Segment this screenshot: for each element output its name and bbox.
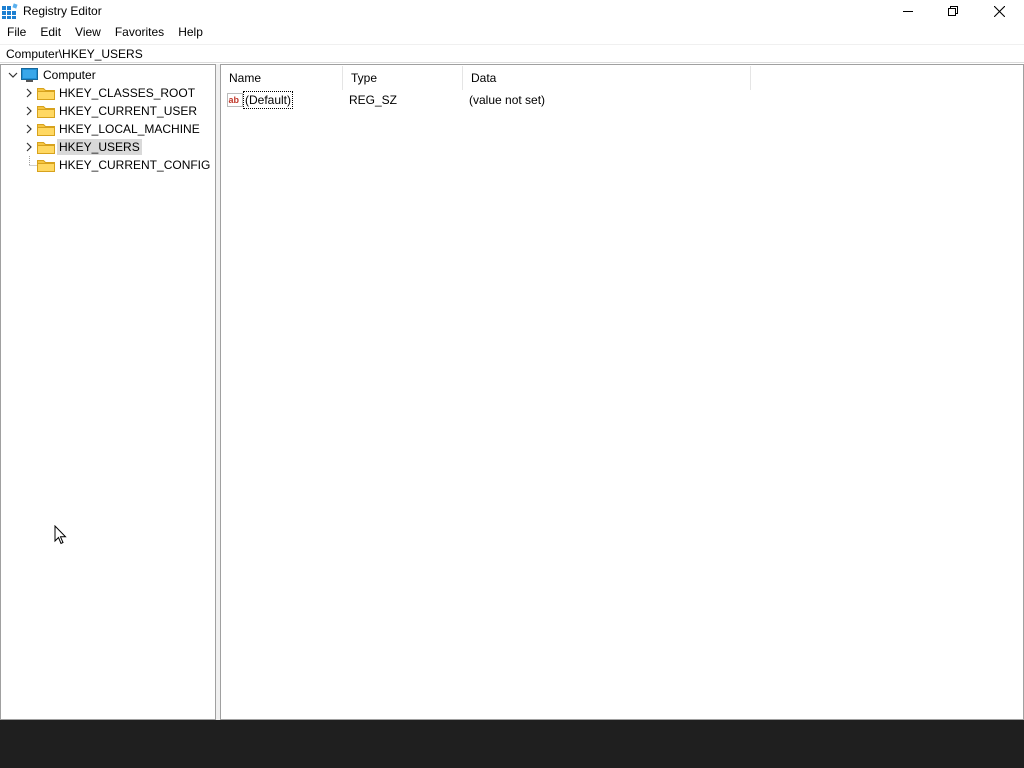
- chevron-right-icon[interactable]: [24, 124, 34, 134]
- values-list-pane[interactable]: Name Type Data ab (Default) REG_SZ (valu…: [220, 64, 1024, 720]
- address-bar[interactable]: Computer\HKEY_USERS: [0, 44, 1024, 63]
- tree-item-hkey-current-config[interactable]: HKEY_CURRENT_CONFIG: [1, 156, 215, 174]
- chevron-right-icon[interactable]: [24, 88, 34, 98]
- restore-icon: [948, 6, 958, 16]
- menu-help[interactable]: Help: [171, 23, 210, 42]
- tree-item-computer[interactable]: Computer: [1, 66, 215, 84]
- value-data: (value not set): [469, 93, 546, 107]
- mouse-cursor-icon: [54, 525, 67, 545]
- value-row[interactable]: ab (Default) REG_SZ (value not set): [221, 91, 981, 109]
- chevron-right-icon[interactable]: [24, 106, 34, 116]
- minimize-button[interactable]: [885, 0, 931, 22]
- tree-item-hkey-current-user[interactable]: HKEY_CURRENT_USER: [1, 102, 215, 120]
- tree-item-label: HKEY_CURRENT_CONFIG: [59, 158, 211, 172]
- tree-item-label: HKEY_CLASSES_ROOT: [59, 86, 196, 100]
- tree-item-label: HKEY_USERS: [57, 139, 142, 155]
- value-name: (Default): [243, 91, 294, 109]
- taskbar: [0, 720, 1024, 768]
- column-header-type[interactable]: Type: [343, 66, 463, 90]
- menu-view[interactable]: View: [68, 23, 108, 42]
- folder-icon: [37, 160, 55, 172]
- tree-item-hkey-classes-root[interactable]: HKEY_CLASSES_ROOT: [1, 84, 215, 102]
- registry-editor-window: Registry Editor File Edit View Favorites…: [0, 0, 1024, 720]
- folder-icon: [37, 124, 55, 136]
- chevron-down-icon[interactable]: [8, 70, 18, 80]
- close-button[interactable]: [976, 0, 1022, 22]
- minimize-icon: [903, 11, 913, 12]
- string-value-icon: ab: [227, 93, 243, 107]
- folder-icon: [37, 88, 55, 100]
- svg-text:ab: ab: [229, 95, 240, 105]
- registry-editor-app-icon: [2, 3, 18, 19]
- computer-icon: [21, 68, 38, 82]
- tree-item-label: Computer: [43, 68, 96, 82]
- chevron-right-icon[interactable]: [24, 142, 34, 152]
- tree-item-label: HKEY_LOCAL_MACHINE: [59, 122, 200, 136]
- tree-connector-line: [29, 156, 37, 166]
- address-path[interactable]: Computer\HKEY_USERS: [6, 47, 143, 61]
- tree-item-label: HKEY_CURRENT_USER: [59, 104, 198, 118]
- folder-icon: [37, 142, 55, 154]
- folder-icon: [37, 106, 55, 118]
- menu-file[interactable]: File: [0, 23, 33, 42]
- tree-item-hkey-local-machine[interactable]: HKEY_LOCAL_MACHINE: [1, 120, 215, 138]
- key-tree-pane[interactable]: Computer HKEY_CLASSES_ROOT HKEY_CURRENT_…: [0, 64, 216, 720]
- title-bar: Registry Editor: [0, 0, 1024, 22]
- menu-bar: File Edit View Favorites Help: [0, 23, 1024, 42]
- menu-favorites[interactable]: Favorites: [108, 23, 171, 42]
- close-icon: [993, 5, 1005, 17]
- window-title: Registry Editor: [23, 4, 102, 18]
- value-type: REG_SZ: [349, 93, 398, 107]
- column-header-name[interactable]: Name: [221, 66, 343, 90]
- tree-item-hkey-users[interactable]: HKEY_USERS: [1, 138, 215, 156]
- restore-button[interactable]: [930, 0, 976, 22]
- menu-edit[interactable]: Edit: [33, 23, 68, 42]
- column-header-data[interactable]: Data: [463, 66, 751, 90]
